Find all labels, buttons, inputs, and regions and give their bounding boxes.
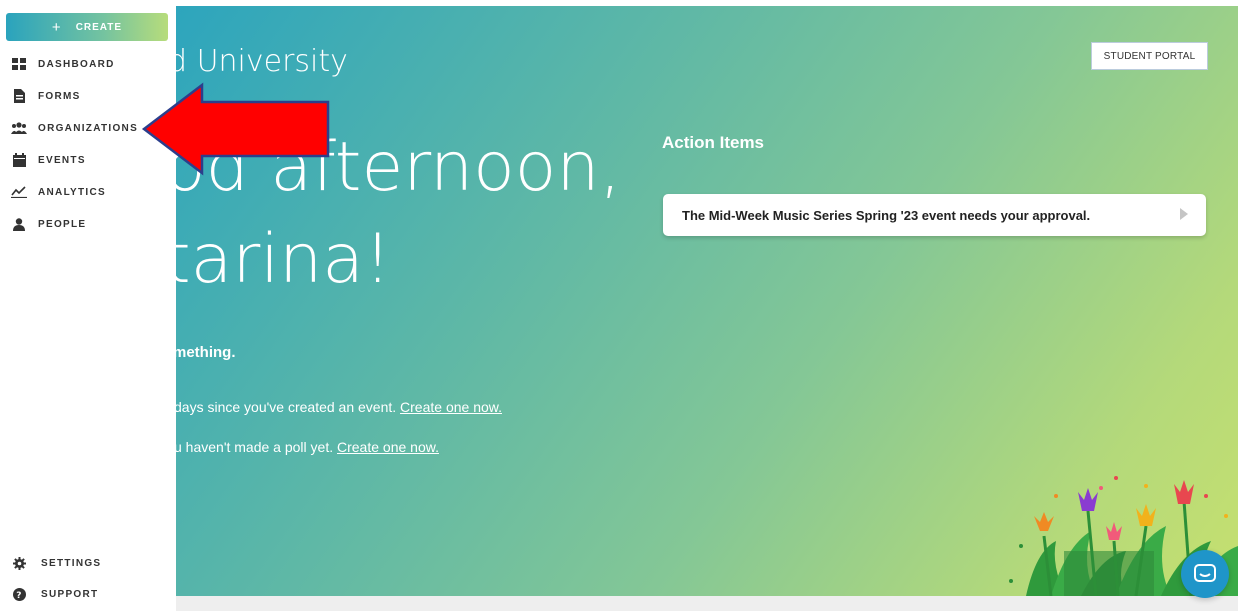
create-event-link[interactable]: Create one now.: [400, 399, 502, 415]
app-page: d University od afternoon, tarina! STUDE…: [0, 0, 1238, 611]
action-items-title: Action Items: [662, 133, 765, 152]
student-portal-button[interactable]: STUDENT PORTAL: [1091, 42, 1208, 70]
sidebar-bottom-nav: SETTINGS ? SUPPORT: [0, 548, 176, 610]
gear-icon: [11, 556, 27, 572]
sidebar-item-support[interactable]: ? SUPPORT: [0, 579, 176, 610]
plus-icon: +: [51, 18, 62, 36]
sidebar-item-dashboard[interactable]: DASHBOARD: [0, 48, 176, 80]
sidebar-item-label: ORGANIZATIONS: [38, 122, 139, 134]
sidebar-item-label: DASHBOARD: [38, 58, 115, 70]
annotation-arrow: [141, 82, 330, 176]
action-item-text: The Mid-Week Music Series Spring '23 eve…: [682, 207, 1091, 223]
sidebar-item-settings[interactable]: SETTINGS: [0, 548, 176, 579]
dashboard-icon: [11, 56, 27, 72]
people-icon: [11, 216, 27, 232]
dashboard-hero: d University od afternoon, tarina! STUDE…: [176, 6, 1238, 596]
sidebar-item-label: EVENTS: [38, 154, 86, 166]
chat-icon: [1194, 564, 1216, 582]
poll-suggestion: u haven't made a poll yet. Create one no…: [176, 439, 439, 455]
play-arrow-icon: [1180, 208, 1188, 220]
sidebar-item-label: SUPPORT: [41, 589, 99, 600]
poll-suggestion-text: u haven't made a poll yet.: [176, 439, 337, 455]
event-suggestion: days since you've created an event. Crea…: [176, 399, 502, 415]
analytics-icon: [11, 184, 27, 200]
action-item-card[interactable]: The Mid-Week Music Series Spring '23 eve…: [663, 194, 1206, 236]
sidebar-item-people[interactable]: PEOPLE: [0, 208, 176, 240]
svg-text:?: ?: [16, 591, 23, 601]
create-poll-link[interactable]: Create one now.: [337, 439, 439, 455]
create-button[interactable]: + CREATE: [6, 13, 168, 41]
create-label: CREATE: [75, 21, 123, 33]
sidebar-item-label: FORMS: [38, 90, 81, 102]
forms-icon: [11, 88, 27, 104]
footer-strip: [176, 596, 1238, 611]
suggestions-heading: mething.: [176, 344, 236, 361]
organizations-icon: [11, 120, 27, 136]
sidebar-item-label: ANALYTICS: [38, 186, 107, 198]
university-title: d University: [176, 44, 348, 79]
question-icon: ?: [11, 587, 27, 603]
events-icon: [11, 152, 27, 168]
sidebar-item-analytics[interactable]: ANALYTICS: [0, 176, 176, 208]
event-suggestion-text: days since you've created an event.: [176, 399, 401, 415]
sidebar-item-label: PEOPLE: [38, 218, 87, 230]
chat-launcher-button[interactable]: [1181, 550, 1229, 598]
sidebar-item-label: SETTINGS: [41, 558, 102, 569]
greeting-line-2: tarina!: [176, 220, 392, 299]
